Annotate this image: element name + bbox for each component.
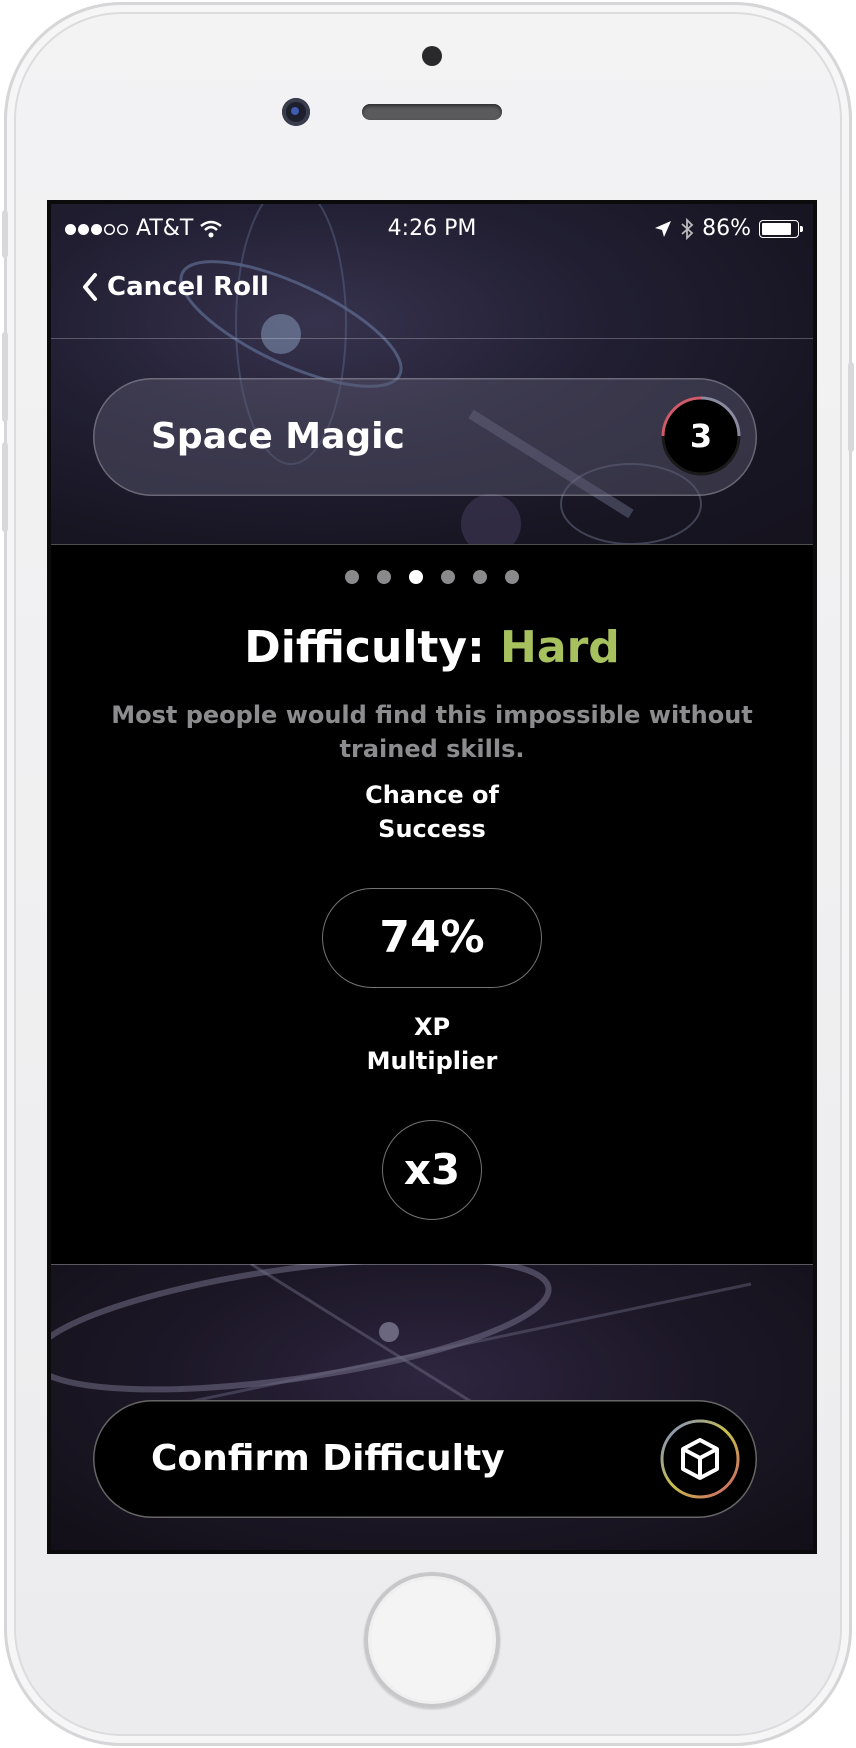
skill-pill: Space Magic 3 — [93, 378, 757, 496]
battery-percent: 86% — [702, 216, 751, 241]
difficulty-prefix: Difficulty: — [244, 622, 485, 673]
confirm-difficulty-label: Confirm Difficulty — [151, 1438, 505, 1479]
page-dot[interactable] — [377, 570, 391, 584]
chance-of-success-value: 74% — [322, 888, 542, 988]
cancel-roll-label: Cancel Roll — [107, 272, 269, 302]
xp-multiplier-value: x3 — [382, 1120, 482, 1220]
proximity-sensor — [422, 46, 442, 66]
page-dot[interactable] — [345, 570, 359, 584]
earpiece-speaker — [362, 104, 502, 120]
home-button[interactable] — [364, 1572, 500, 1708]
page-indicator[interactable] — [51, 570, 813, 584]
footer-divider — [51, 1264, 813, 1265]
header-divider — [51, 544, 813, 545]
page-dot[interactable] — [473, 570, 487, 584]
skill-name: Space Magic — [151, 416, 405, 457]
mute-switch — [2, 210, 8, 258]
location-arrow-icon — [655, 220, 672, 237]
chevron-left-icon — [83, 273, 97, 301]
xp-label-line1: XP — [413, 1013, 451, 1041]
page-dot-active[interactable] — [409, 570, 423, 584]
chance-label-line1: Chance of — [365, 781, 499, 809]
battery-icon — [759, 219, 803, 238]
page-dot[interactable] — [441, 570, 455, 584]
app-screen: AT&T 4:26 PM 86% Cancel Roll Space Magic — [47, 200, 817, 1554]
bluetooth-icon — [681, 217, 694, 240]
skill-level-ring: 3 — [659, 394, 743, 478]
difficulty-description: Most people would find this impossible w… — [111, 701, 753, 763]
power-button — [848, 362, 854, 452]
navigation-bar: Cancel Roll — [51, 252, 813, 339]
skill-level: 3 — [689, 417, 713, 455]
dice-cube-icon — [660, 1419, 740, 1499]
difficulty-level: Hard — [500, 622, 620, 673]
cancel-roll-button[interactable]: Cancel Roll — [81, 272, 269, 302]
page-dot[interactable] — [505, 570, 519, 584]
volume-down-button — [2, 442, 8, 532]
difficulty-title: Difficulty: Hard — [51, 622, 813, 673]
status-bar: AT&T 4:26 PM 86% — [51, 204, 813, 252]
confirm-difficulty-button[interactable]: Confirm Difficulty — [93, 1400, 757, 1518]
volume-up-button — [2, 332, 8, 422]
front-camera — [282, 98, 310, 126]
chance-label-line2: Success — [378, 815, 486, 843]
xp-label-line2: Multiplier — [366, 1047, 498, 1075]
